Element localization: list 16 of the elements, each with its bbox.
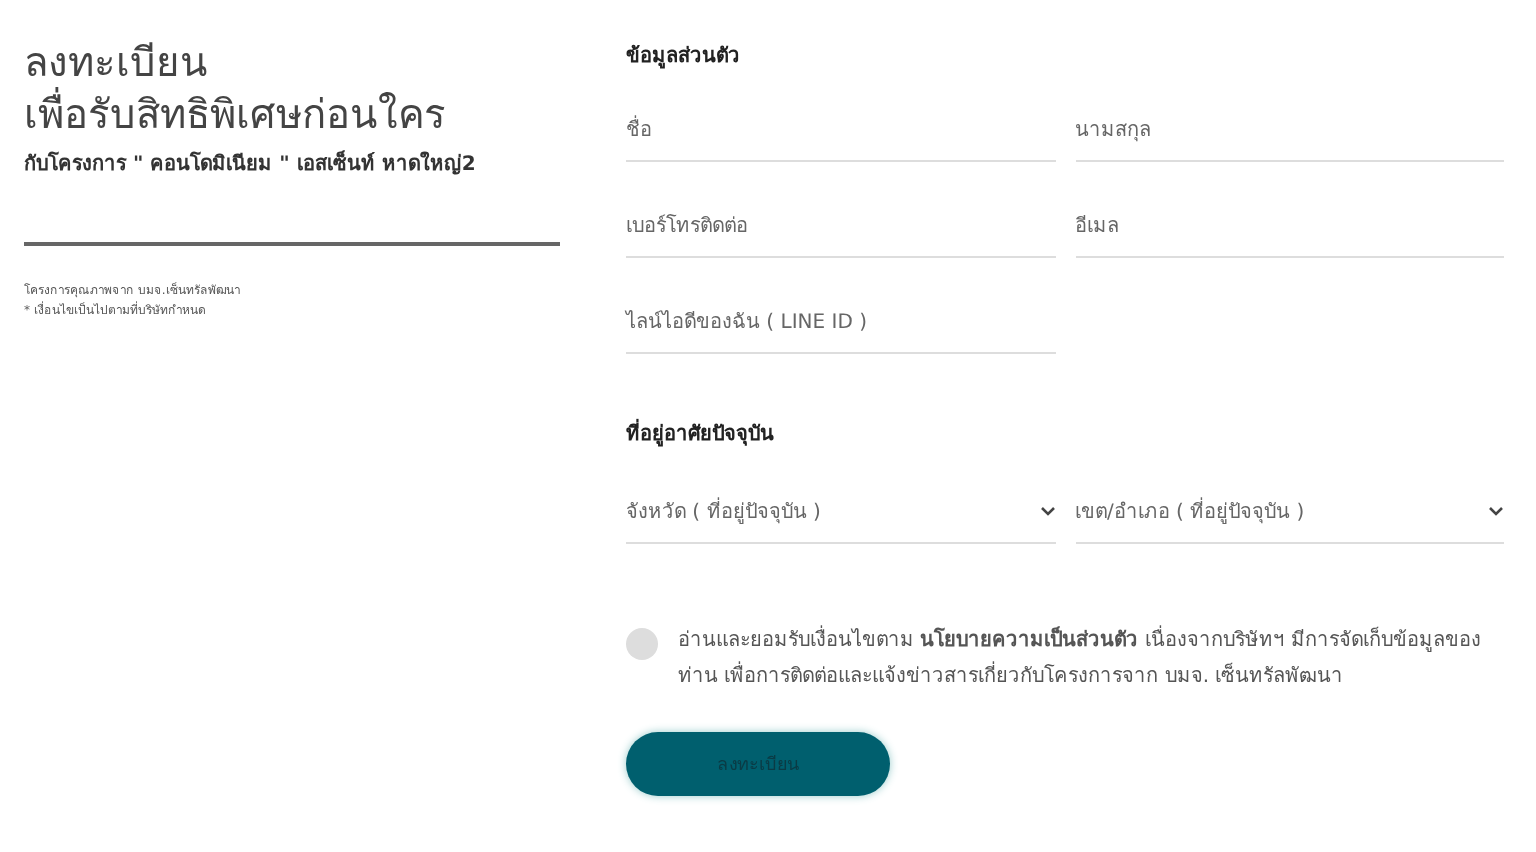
text-input-field[interactable]: ชื่อ [626, 102, 1055, 162]
dropdown-field[interactable]: เขต/อำเภอ ( ที่อยู่ปัจจุบัน ) [1075, 480, 1504, 544]
section-heading: ข้อมูลส่วนตัว [626, 42, 742, 70]
dropdown-field[interactable]: จังหวัด ( ที่อยู่ปัจจุบัน ) [626, 480, 1055, 544]
text-input-field[interactable]: เบอร์โทรติดต่อ [626, 198, 1055, 258]
chevron-down-icon [1039, 506, 1055, 516]
text-input-field[interactable]: นามสกุล [1075, 102, 1504, 162]
project-subtitle: กับโครงการ " คอนโดมิเนียม " เอสเซ็นท์ หาดใหญ่2 [24, 148, 478, 178]
section-heading: ที่อยู่อาศัยปัจจุบัน [626, 418, 1504, 448]
chevron-down-icon [1488, 506, 1504, 516]
page-title: ลงทะเบียน [24, 36, 210, 87]
text-input-field[interactable]: อีเมล [1075, 198, 1504, 258]
page-title: เพื่อรับสิทธิพิเศษก่อนใคร [24, 88, 448, 140]
text-input-field[interactable]: ไลน์ไอดีของฉัน ( LINE ID ) [626, 294, 1055, 354]
consent-checkbox[interactable] [626, 628, 658, 660]
consent-text: อ่านและยอมรับเงื่อนไขตาม นโยบายความเป็นส่วนตัว เนื่องจากบริษัทฯ มีการจัดเก็บข้อมูลของท่าน เพื่อการติดต่อและแจ้งข่าวสารเกี่ยวกับโครงการจาก บมจ. เซ็นทรัลพัฒนา [678, 624, 1504, 696]
